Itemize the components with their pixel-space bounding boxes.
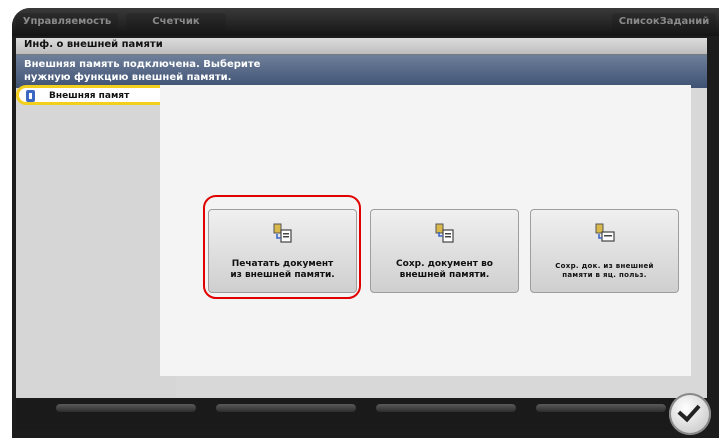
top-bar: Управляемость Счетчик СписокЗаданий bbox=[12, 8, 719, 36]
status-message: Внешняя память подключена. Выберите нужн… bbox=[24, 59, 261, 83]
confirm-button[interactable] bbox=[669, 393, 711, 435]
bottom-tab-slot bbox=[376, 404, 516, 412]
save-to-user-box-button[interactable]: Сохр. док. из внешней памяти в яц. польз… bbox=[530, 209, 679, 293]
bottom-tab-slot bbox=[216, 404, 356, 412]
button-label: Сохр. документ во внешней памяти. bbox=[396, 259, 493, 280]
usb-memory-icon bbox=[26, 90, 35, 102]
selection-highlight bbox=[203, 195, 361, 299]
bottom-tab-slot bbox=[536, 404, 666, 412]
tab-utility[interactable]: Управляемость bbox=[16, 13, 118, 31]
title-bar: Инф. о внешней памяти bbox=[16, 38, 707, 55]
sidebar-item-label: Внешняя памят bbox=[49, 91, 130, 101]
save-to-box-icon bbox=[595, 223, 615, 242]
sidebar-item-external-memory[interactable]: Внешняя памят bbox=[16, 85, 166, 105]
button-label: Сохр. док. из внешней памяти в яц. польз… bbox=[555, 262, 654, 279]
checkmark-icon bbox=[677, 398, 701, 423]
sidebar bbox=[16, 88, 176, 398]
tab-job-list[interactable]: СписокЗаданий bbox=[612, 13, 716, 31]
bottom-tab-slot bbox=[56, 404, 196, 412]
save-document-icon bbox=[435, 223, 454, 243]
save-to-external-memory-button[interactable]: Сохр. документ во внешней памяти. bbox=[370, 209, 519, 293]
tab-counter[interactable]: Счетчик bbox=[126, 13, 226, 31]
bottom-bar bbox=[16, 398, 707, 430]
page-title: Инф. о внешней памяти bbox=[24, 39, 163, 50]
message-bar: Внешняя память подключена. Выберите нужн… bbox=[16, 55, 707, 88]
control-panel-frame: Управляемость Счетчик СписокЗаданий Инф.… bbox=[0, 0, 719, 438]
